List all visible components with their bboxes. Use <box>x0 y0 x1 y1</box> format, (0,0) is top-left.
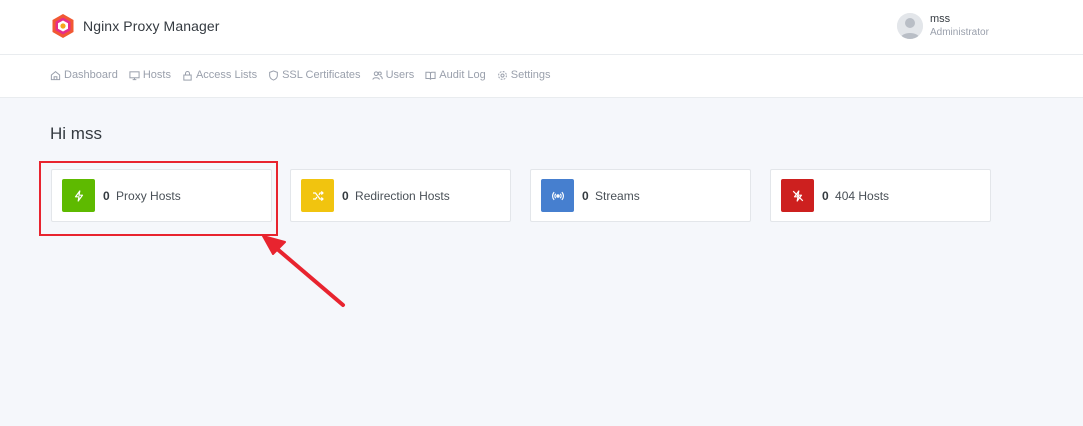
users-icon <box>371 70 383 80</box>
redirection-hosts-card[interactable]: 0 Redirection Hosts <box>290 169 511 222</box>
card-icon-bg <box>541 179 574 212</box>
404-hosts-label: 404 Hosts <box>835 188 890 203</box>
streams-label: Streams <box>595 188 640 203</box>
nav-label-access-lists: Access Lists <box>195 69 258 81</box>
card-icon-bg <box>781 179 814 212</box>
nav-item-audit-log[interactable]: Audit Log <box>425 69 486 81</box>
header: Nginx Proxy Manager mss Administrator <box>0 0 1083 55</box>
zap-off-icon <box>792 189 803 202</box>
gear-icon <box>497 70 507 80</box>
card-icon-bg <box>301 179 334 212</box>
proxy-hosts-count: 0 <box>103 188 110 203</box>
card-icon-bg <box>62 179 95 212</box>
home-icon <box>50 70 61 80</box>
redirection-hosts-label: Redirection Hosts <box>355 188 450 203</box>
app-title: Nginx Proxy Manager <box>83 18 220 34</box>
book-icon <box>425 71 436 80</box>
nginx-proxy-manager-logo-icon <box>52 14 74 38</box>
nav-item-access-lists[interactable]: Access Lists <box>182 69 257 81</box>
nav-label-hosts: Hosts <box>142 69 171 81</box>
nav-item-ssl-certificates[interactable]: SSL Certificates <box>268 69 361 81</box>
user-avatar-icon <box>897 13 923 39</box>
nav-item-hosts[interactable]: Hosts <box>129 69 171 81</box>
404-hosts-count: 0 <box>822 188 829 203</box>
monitor-icon <box>129 70 140 80</box>
nav-label-ssl-certificates: SSL Certificates <box>282 69 361 81</box>
404-hosts-card[interactable]: 0 404 Hosts <box>770 169 991 222</box>
nav-item-users[interactable]: Users <box>371 69 415 81</box>
user-menu[interactable]: mss Administrator <box>897 13 989 39</box>
nav-item-settings[interactable]: Settings <box>497 69 551 81</box>
radio-icon <box>551 191 564 200</box>
brand-link[interactable]: Nginx Proxy Manager <box>51 13 220 39</box>
annotation-arrow-icon <box>262 235 345 307</box>
redirection-hosts-count: 0 <box>342 188 349 203</box>
user-role: Administrator <box>930 27 989 38</box>
main-nav: Dashboard Hosts Access Lists SSL Certifi… <box>0 55 1083 98</box>
streams-card[interactable]: 0 Streams <box>530 169 751 222</box>
nav-label-settings: Settings <box>510 69 551 81</box>
nav-label-users: Users <box>385 69 415 81</box>
proxy-hosts-label: Proxy Hosts <box>116 188 181 203</box>
nav-item-dashboard[interactable]: Dashboard <box>50 69 118 81</box>
lock-icon <box>183 70 192 81</box>
nav-label-dashboard: Dashboard <box>64 69 118 81</box>
user-name: mss <box>930 13 951 25</box>
nav-label-audit-log: Audit Log <box>439 69 486 81</box>
shield-icon <box>269 69 278 81</box>
shuffle-icon <box>312 190 324 201</box>
zap-icon <box>74 189 83 202</box>
proxy-hosts-card[interactable]: 0 Proxy Hosts <box>51 169 272 222</box>
streams-count: 0 <box>582 188 589 203</box>
page-title: Hi mss <box>50 124 102 143</box>
